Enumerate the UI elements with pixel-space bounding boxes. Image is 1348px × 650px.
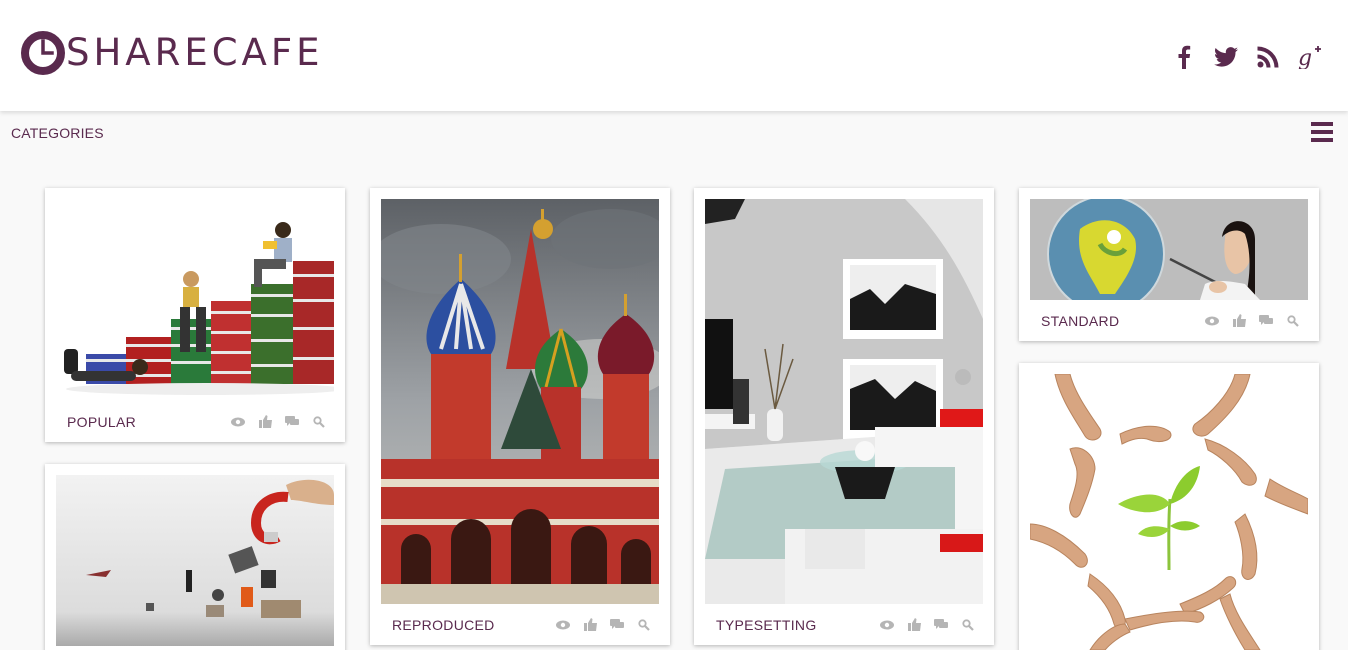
post-card-popular[interactable]: POPULAR	[45, 188, 345, 442]
card-footer: STANDARD	[1030, 301, 1308, 341]
views-icon[interactable]	[231, 415, 245, 428]
card-footer: TYPESETTING	[705, 605, 983, 645]
like-icon[interactable]	[583, 618, 597, 631]
card-actions	[231, 415, 326, 428]
card-actions	[1205, 314, 1300, 327]
card-footer: REPRODUCED	[381, 605, 659, 645]
card-image-magnet-attracting-people[interactable]	[56, 475, 334, 646]
card-footer: POPULAR	[56, 402, 334, 442]
views-icon[interactable]	[1205, 314, 1219, 327]
card-image-students-on-books[interactable]	[56, 199, 334, 399]
comments-icon[interactable]	[610, 618, 624, 631]
post-card-typesetting[interactable]: TYPESETTING	[694, 188, 994, 645]
svg-text:g: g	[1298, 46, 1312, 69]
social-links: g	[1172, 44, 1322, 70]
twitter-icon[interactable]	[1214, 44, 1238, 70]
zoom-icon[interactable]	[312, 415, 326, 428]
card-actions	[556, 618, 651, 631]
site-header: SHARECAFE g	[0, 0, 1348, 111]
card-image-woman-with-globe[interactable]	[1030, 199, 1308, 300]
like-icon[interactable]	[1232, 314, 1246, 327]
views-icon[interactable]	[556, 618, 570, 631]
clock-logo-icon	[21, 31, 65, 75]
brand-name: SHARECAFE	[66, 31, 324, 74]
comments-icon[interactable]	[1259, 314, 1273, 327]
card-title[interactable]: REPRODUCED	[392, 617, 495, 633]
card-title[interactable]: POPULAR	[67, 414, 136, 430]
post-card-standard[interactable]: STANDARD	[1019, 188, 1319, 341]
like-icon[interactable]	[907, 618, 921, 631]
rss-icon[interactable]	[1256, 44, 1280, 70]
card-image-modern-living-room[interactable]	[705, 199, 983, 604]
post-card-hands[interactable]	[1019, 363, 1319, 650]
post-card-reproduced[interactable]: REPRODUCED	[370, 188, 670, 645]
facebook-icon[interactable]	[1172, 44, 1196, 70]
card-image-hands-around-sprout[interactable]	[1030, 374, 1308, 650]
zoom-icon[interactable]	[1286, 314, 1300, 327]
categories-bar: CATEGORIES	[0, 111, 1348, 155]
card-image-st-basils-cathedral[interactable]	[381, 199, 659, 604]
hamburger-menu-icon[interactable]	[1311, 122, 1333, 142]
card-actions	[880, 618, 975, 631]
zoom-icon[interactable]	[961, 618, 975, 631]
comments-icon[interactable]	[934, 618, 948, 631]
site-logo[interactable]: SHARECAFE	[21, 31, 324, 75]
card-title[interactable]: STANDARD	[1041, 313, 1119, 329]
comments-icon[interactable]	[285, 415, 299, 428]
post-card-magnet[interactable]	[45, 464, 345, 650]
like-icon[interactable]	[258, 415, 272, 428]
zoom-icon[interactable]	[637, 618, 651, 631]
categories-label[interactable]: CATEGORIES	[11, 125, 104, 141]
views-icon[interactable]	[880, 618, 894, 631]
card-title[interactable]: TYPESETTING	[716, 617, 817, 633]
google-plus-icon[interactable]: g	[1298, 44, 1322, 70]
